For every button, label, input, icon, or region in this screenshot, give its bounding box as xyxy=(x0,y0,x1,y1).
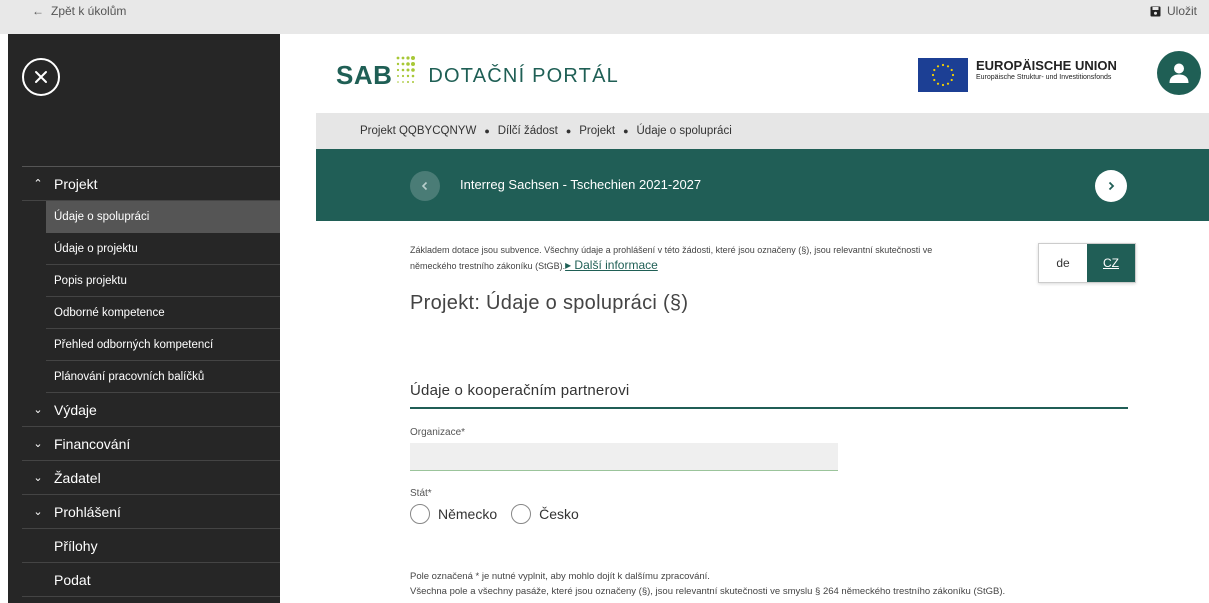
lang-cz-button[interactable]: CZ xyxy=(1087,244,1135,282)
back-label: Zpět k úkolům xyxy=(51,4,127,18)
eu-subtitle: Europäische Struktur- und Investitionsfo… xyxy=(976,74,1112,81)
sidebar-subitem-label: Odborné kompetence xyxy=(54,306,165,319)
footer-line-1: Pole označená * je nutné vyplnit, aby mo… xyxy=(410,571,710,582)
logo-portal-text: DOTAČNÍ PORTÁL xyxy=(428,65,619,87)
sidebar-item-label: Prohlášení xyxy=(54,503,121,520)
next-button[interactable] xyxy=(1095,170,1127,202)
sidebar-subitem-prehled-kompetenci[interactable]: Přehled odborných kompetencí xyxy=(22,329,280,361)
radio-circle[interactable] xyxy=(410,504,430,524)
state-radio-group: Německo Česko xyxy=(410,504,593,524)
section-title: Údaje o kooperačním partnerovi xyxy=(410,382,1128,409)
chevron-right-icon xyxy=(1108,181,1115,191)
sidebar-item-prilohy[interactable]: Přílohy xyxy=(22,529,280,563)
breadcrumb: Projekt QQBYCQNYW ● Dílčí žádost ● Proje… xyxy=(316,113,1209,149)
chevron-down-icon: ⌄ xyxy=(33,472,43,484)
notice-line-1: Základem dotace jsou subvence. Všechny ú… xyxy=(410,245,933,255)
eu-emblem: EUROPÄISCHE UNION Europäische Struktur- … xyxy=(918,58,1117,92)
sidebar-item-label: Projekt xyxy=(54,175,98,192)
logo-sab-text: SAB xyxy=(336,60,393,90)
radio-label: Německo xyxy=(438,506,498,522)
sidebar-item-podat[interactable]: Podat xyxy=(22,563,280,597)
sidebar-item-vydaje[interactable]: ⌄ Výdaje xyxy=(22,393,280,427)
sidebar-subitem-udaje-o-projektu[interactable]: Údaje o projektu xyxy=(22,233,280,265)
arrow-left-icon: ← xyxy=(32,4,44,18)
save-button[interactable]: Uložit xyxy=(1150,4,1197,18)
sidebar-subitem-label: Plánování pracovních balíčků xyxy=(54,370,205,383)
breadcrumb-item[interactable]: Dílčí žádost xyxy=(498,125,558,137)
organization-input[interactable] xyxy=(410,443,838,471)
state-option-germany[interactable]: Německo xyxy=(410,504,497,524)
sidebar-subitem-odborne-kompetence[interactable]: Odborné kompetence xyxy=(22,297,280,329)
more-info-link[interactable]: ▸ Další informace xyxy=(565,258,658,272)
eu-title: EUROPÄISCHE UNION xyxy=(976,58,1117,73)
sidebar-subitem-udaje-o-spolupraci[interactable]: Údaje o spolupráci xyxy=(22,201,280,233)
sidebar-item-projekt[interactable]: ⌃ Projekt xyxy=(22,167,280,201)
breadcrumb-item-current: Údaje o spolupráci xyxy=(636,125,732,137)
subsidy-notice: Základem dotace jsou subvence. Všechny ú… xyxy=(410,243,1050,274)
language-switcher: de CZ xyxy=(1038,243,1136,283)
top-bar: ← Zpět k úkolům Uložit xyxy=(0,0,1209,34)
sidebar-subitem-label: Údaje o projektu xyxy=(54,242,138,255)
footer-note: Pole označená * je nutné vyplnit, aby mo… xyxy=(410,569,1005,599)
state-option-czechia[interactable]: Česko xyxy=(511,504,579,524)
close-icon xyxy=(35,71,47,83)
sidebar-item-label: Přílohy xyxy=(54,537,98,554)
lang-de-button[interactable]: de xyxy=(1039,244,1087,282)
footer-line-2: Všechna pole a všechny pasáže, které jso… xyxy=(410,586,1006,597)
back-to-tasks-link[interactable]: ← Zpět k úkolům xyxy=(32,4,126,18)
radio-circle[interactable] xyxy=(511,504,532,524)
sidebar: ⌃ Projekt Údaje o spolupráci Údaje o pro… xyxy=(8,34,280,603)
sidebar-subitem-label: Přehled odborných kompetencí xyxy=(54,338,214,351)
bullet-icon: ● xyxy=(484,126,490,136)
sidebar-subitem-planovani-balicku[interactable]: Plánování pracovních balíčků xyxy=(22,361,280,393)
bullet-icon: ● xyxy=(623,126,629,136)
sidebar-item-label: Podat xyxy=(54,571,91,588)
notice-line-2: německého trestního zákoníku (StGB). xyxy=(410,261,566,271)
logo-dots-icon xyxy=(397,56,416,83)
radio-label: Česko xyxy=(539,506,579,522)
sidebar-item-label: Výdaje xyxy=(54,401,97,418)
user-icon xyxy=(1169,63,1189,83)
sidebar-nav: ⌃ Projekt Údaje o spolupráci Údaje o pro… xyxy=(22,166,280,597)
breadcrumb-item[interactable]: Projekt QQBYCQNYW xyxy=(360,125,476,137)
sidebar-item-zadatel[interactable]: ⌄ Žadatel xyxy=(22,461,280,495)
program-banner: Interreg Sachsen - Tschechien 2021-2027 xyxy=(316,149,1209,221)
page-title: Projekt: Údaje o spolupráci (§) xyxy=(410,292,689,314)
sidebar-subitem-label: Popis projektu xyxy=(54,274,127,287)
eu-flag-icon xyxy=(918,58,968,92)
chevron-down-icon: ⌄ xyxy=(33,404,43,416)
sidebar-subitem-popis-projektu[interactable]: Popis projektu xyxy=(22,265,280,297)
sidebar-item-prohlaseni[interactable]: ⌄ Prohlášení xyxy=(22,495,280,529)
program-title: Interreg Sachsen - Tschechien 2021-2027 xyxy=(460,177,702,192)
bullet-icon: ● xyxy=(565,126,572,136)
chevron-up-icon: ⌃ xyxy=(33,178,43,190)
sidebar-item-label: Financování xyxy=(54,435,131,452)
save-label: Uložit xyxy=(1166,4,1197,18)
sab-logo[interactable]: SAB DOTAČNÍ PORTÁL xyxy=(336,52,619,88)
sidebar-item-label: Žadatel xyxy=(54,469,101,486)
save-icon xyxy=(1150,6,1161,16)
sidebar-subitem-label: Údaje o spolupráci xyxy=(54,211,150,223)
close-sidebar-button[interactable] xyxy=(22,58,60,96)
user-avatar-button[interactable] xyxy=(1157,51,1201,95)
chevron-left-icon xyxy=(421,181,428,191)
chevron-down-icon: ⌄ xyxy=(33,438,43,450)
previous-button[interactable] xyxy=(410,171,440,201)
sidebar-item-financovani[interactable]: ⌄ Financování xyxy=(22,427,280,461)
state-label: Stát* xyxy=(410,488,432,499)
breadcrumb-item[interactable]: Projekt xyxy=(579,125,615,137)
organization-label: Organizace* xyxy=(410,427,466,438)
chevron-down-icon: ⌄ xyxy=(33,506,43,518)
